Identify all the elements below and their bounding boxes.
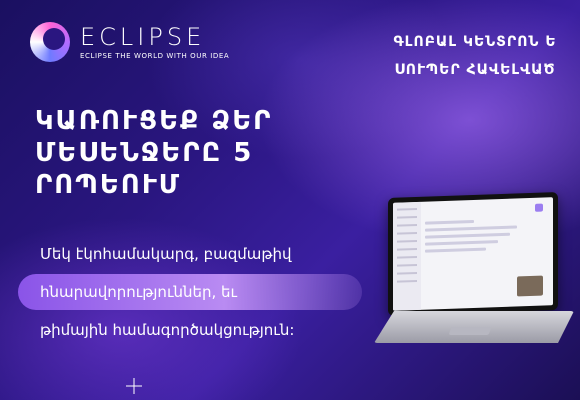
headline-line-1: ԿԱՌՈՒՑԵՔ ՁԵՐ	[35, 106, 273, 136]
laptop-screen-frame	[388, 192, 558, 316]
laptop-trackpad	[448, 327, 492, 335]
brand-tagline: ECLIPSE THE WORLD WITH OUR IDEA	[80, 52, 230, 60]
brand-name: ECLIPSE	[80, 23, 206, 51]
app-sidebar-mock	[393, 201, 421, 311]
top-right-line-2: ՍՈՒՊԵՐ ՀԱՎԵԼՎԱԾ	[394, 62, 556, 78]
sparkle-icon	[126, 378, 142, 394]
laptop-illustration	[374, 192, 574, 355]
brand-logo[interactable]: ECLIPSE ECLIPSE THE WORLD WITH OUR IDEA	[30, 22, 229, 62]
headline-line-3: ՐՈՊԵՈՒՄ	[35, 170, 182, 200]
subtext-line-1: Մեկ էկոհամակարգ, բազմաթիվ	[40, 245, 292, 263]
brand-text: ECLIPSE ECLIPSE THE WORLD WITH OUR IDEA	[80, 24, 229, 60]
headline-line-2: ՄԵՍԵՆՋԵՐԸ 5	[35, 138, 254, 168]
subtext-line-3: թիմային համագործակցություն:	[40, 321, 295, 339]
eclipse-logo-icon	[30, 22, 70, 62]
laptop-screen	[393, 197, 553, 311]
app-button-mock	[535, 203, 543, 212]
top-right-caption: ԳԼՈԲԱԼ ԿԵՆՏՐՈՆ Ե ՍՈՒՊԵՐ ՀԱՎԵԼՎԱԾ	[390, 28, 560, 84]
headline: ԿԱՌՈՒՑԵՔ ՁԵՐ ՄԵՍԵՆՋԵՐԸ 5 ՐՈՊԵՈՒՄ	[35, 105, 335, 201]
video-thumbnail-mock	[517, 275, 543, 297]
app-main-mock	[425, 203, 547, 303]
top-right-line-1: ԳԼՈԲԱԼ ԿԵՆՏՐՈՆ Ե	[393, 34, 557, 50]
ad-banner: ECLIPSE ECLIPSE THE WORLD WITH OUR IDEA …	[0, 0, 580, 400]
subtext-line-2: հնարավորություններ, եւ	[18, 274, 362, 310]
subtext: Մեկ էկոհամակարգ, բազմաթիվ հնարավորությու…	[18, 238, 378, 346]
